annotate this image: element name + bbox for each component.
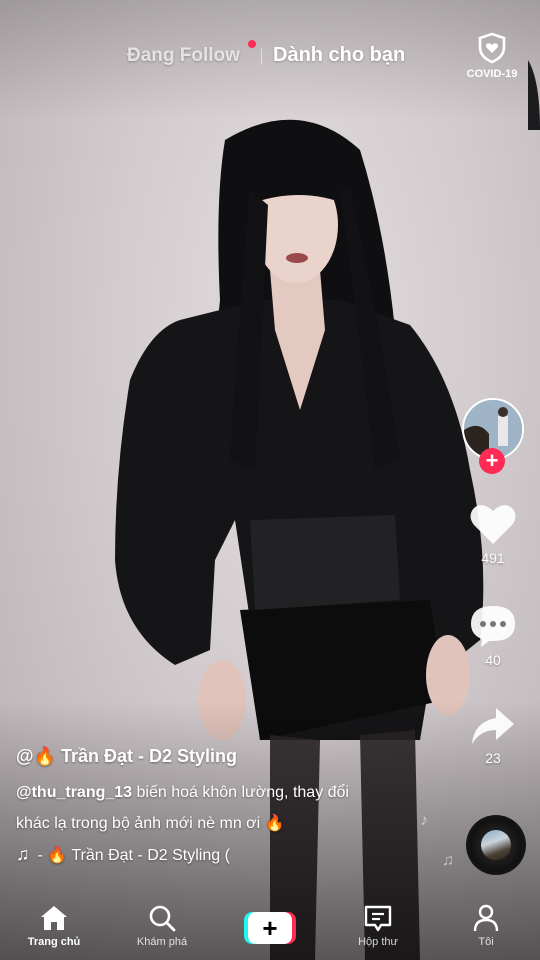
- create-video-button[interactable]: +: [244, 912, 296, 944]
- nav-me-label: Tôi: [478, 936, 494, 948]
- music-title: - 🔥 Trần Đạt - D2 Styling (: [37, 846, 230, 864]
- comment-bubble-icon: [471, 606, 515, 647]
- music-disc-cover: [481, 830, 511, 860]
- nav-home[interactable]: Trang chủ: [0, 898, 108, 960]
- heart-icon: [470, 505, 516, 544]
- nav-me[interactable]: Tôi: [432, 898, 540, 960]
- caption-text: @thu_trang_13 biến hoá khôn lường, thay …: [16, 777, 446, 839]
- covid-button[interactable]: COVID-19: [462, 32, 522, 80]
- caption-line-2: khác lạ trong bộ ảnh mới nè mn ơi 🔥: [16, 815, 285, 832]
- like-count: 491: [481, 550, 505, 566]
- video-caption: @🔥 Trần Đạt - D2 Styling @thu_trang_13 b…: [16, 746, 446, 865]
- floating-note-icon: ♪: [420, 812, 428, 829]
- nav-inbox[interactable]: Hộp thư: [324, 898, 432, 960]
- music-note-icon: ♫: [16, 844, 30, 864]
- shield-heart-icon: [478, 32, 506, 64]
- comment-count: 40: [485, 652, 501, 668]
- search-icon: [149, 905, 176, 932]
- profile-icon: [473, 904, 499, 932]
- comment-button[interactable]: 40: [460, 604, 526, 668]
- nav-inbox-label: Hộp thư: [358, 936, 398, 948]
- bottom-nav: Trang chủ Khám phá + Hộp thư Tôi: [0, 898, 540, 960]
- caption-mention[interactable]: @thu_trang_13: [16, 784, 132, 801]
- nav-create[interactable]: +: [216, 898, 324, 960]
- tab-following[interactable]: Đang Follow: [127, 45, 240, 67]
- share-button[interactable]: 23: [460, 706, 526, 766]
- like-button[interactable]: 491: [460, 502, 526, 566]
- caption-line-1: biến hoá khôn lường, thay đổi: [132, 784, 349, 801]
- plus-icon: +: [248, 912, 292, 944]
- nav-discover[interactable]: Khám phá: [108, 898, 216, 960]
- covid-label: COVID-19: [466, 68, 518, 80]
- music-disc[interactable]: [466, 815, 526, 875]
- following-notification-dot: [248, 40, 256, 48]
- home-icon: [41, 906, 67, 930]
- inbox-icon: [364, 905, 392, 932]
- tab-for-you[interactable]: Dành cho bạn: [273, 44, 405, 67]
- follow-plus-button[interactable]: +: [479, 448, 505, 474]
- author-name[interactable]: @🔥 Trần Đạt - D2 Styling: [16, 746, 446, 767]
- music-ticker[interactable]: ♫ - 🔥 Trần Đạt - D2 Styling (: [16, 844, 446, 865]
- floating-note-icon: ♫: [442, 852, 454, 869]
- top-bar: Đang Follow Dành cho bạn COVID-19: [0, 30, 540, 82]
- nav-home-label: Trang chủ: [27, 936, 81, 948]
- share-count: 23: [485, 750, 501, 766]
- nav-discover-label: Khám phá: [136, 936, 188, 948]
- share-arrow-icon: [472, 708, 514, 744]
- creator-avatar-group: +: [460, 398, 526, 478]
- tab-divider: [261, 49, 262, 65]
